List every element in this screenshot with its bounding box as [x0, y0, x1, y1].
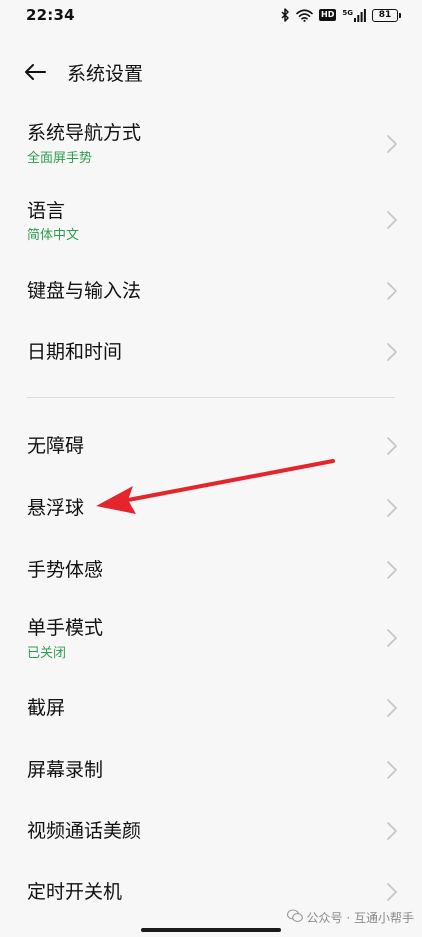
hd-icon: HD	[319, 9, 337, 21]
section-divider	[27, 397, 395, 398]
settings-item-date-time[interactable]: 日期和时间	[0, 322, 422, 380]
chevron-right-icon	[387, 883, 397, 901]
back-button[interactable]	[20, 62, 50, 86]
settings-item-title: 手势体感	[27, 559, 104, 581]
chevron-right-icon	[387, 282, 397, 300]
settings-item-title: 无障碍	[27, 435, 85, 457]
settings-item-keyboard[interactable]: 键盘与输入法	[0, 262, 422, 320]
settings-item-title: 视频通话美颜	[27, 820, 142, 842]
chevron-right-icon	[387, 211, 397, 229]
settings-item-one-hand-mode[interactable]: 单手模式 已关闭	[0, 605, 422, 671]
settings-item-title: 键盘与输入法	[27, 280, 142, 302]
chevron-right-icon	[387, 561, 397, 579]
signal-icon: 5G	[342, 8, 366, 22]
chevron-right-icon	[387, 343, 397, 361]
chevron-right-icon	[387, 822, 397, 840]
settings-item-language[interactable]: 语言 简体中文	[0, 188, 422, 254]
chevron-right-icon	[387, 437, 397, 455]
arrow-left-icon	[23, 63, 47, 85]
settings-item-gestures[interactable]: 手势体感	[0, 540, 422, 598]
chevron-right-icon	[387, 499, 397, 517]
settings-item-subtitle: 简体中文	[27, 228, 80, 243]
settings-item-screenshot[interactable]: 截屏	[0, 678, 422, 736]
settings-item-subtitle: 已关闭	[27, 646, 67, 661]
battery-level: 81	[378, 10, 392, 20]
settings-item-accessibility[interactable]: 无障碍	[0, 416, 422, 474]
wifi-icon	[296, 8, 313, 22]
settings-item-title: 单手模式	[27, 617, 104, 639]
settings-item-title: 定时开关机	[27, 881, 123, 903]
battery-icon: 81	[372, 8, 401, 22]
settings-item-floating-ball[interactable]: 悬浮球	[0, 478, 422, 536]
chevron-right-icon	[387, 629, 397, 647]
status-time: 22:34	[26, 6, 75, 24]
chevron-right-icon	[387, 699, 397, 717]
settings-item-screen-recording[interactable]: 屏幕录制	[0, 740, 422, 798]
status-bar: 22:34 HD 5G 81	[0, 0, 422, 30]
settings-item-title: 截屏	[27, 697, 66, 719]
header: 系统设置	[0, 50, 422, 98]
watermark-text: 公众号 · 互通小帮手	[306, 911, 414, 925]
settings-item-title: 屏幕录制	[27, 759, 104, 781]
settings-item-title: 系统导航方式	[27, 122, 142, 144]
settings-item-navigation[interactable]: 系统导航方式 全面屏手势	[0, 112, 422, 178]
settings-item-title: 日期和时间	[27, 341, 123, 363]
status-icons: HD 5G 81	[281, 6, 401, 24]
settings-item-title: 悬浮球	[27, 497, 85, 519]
watermark: 公众号 · 互通小帮手	[286, 909, 414, 926]
chevron-right-icon	[387, 135, 397, 153]
wechat-icon	[286, 909, 303, 926]
signal-label: 5G	[342, 8, 353, 17]
chevron-right-icon	[387, 761, 397, 779]
home-indicator[interactable]	[141, 928, 281, 932]
bluetooth-icon	[281, 8, 290, 22]
page-title: 系统设置	[67, 63, 144, 85]
settings-item-title: 语言	[27, 200, 66, 222]
settings-item-video-call-beauty[interactable]: 视频通话美颜	[0, 801, 422, 859]
settings-item-subtitle: 全面屏手势	[27, 151, 93, 166]
